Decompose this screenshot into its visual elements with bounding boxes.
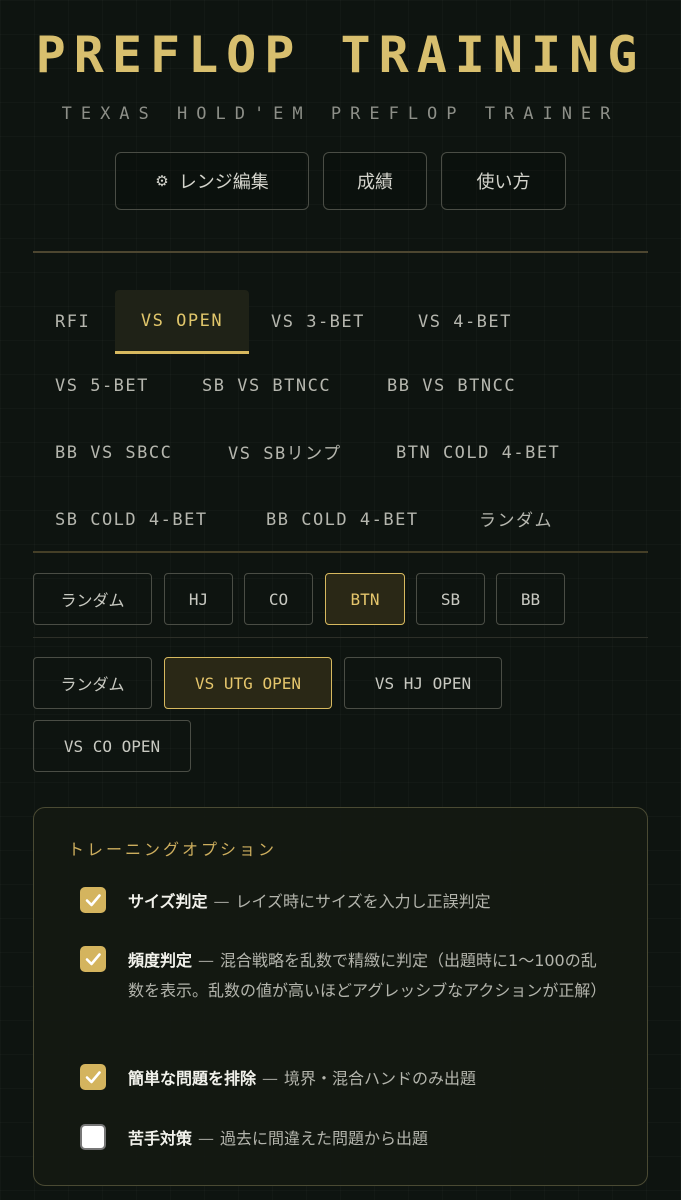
page-subtitle: TEXAS HOLD'EM PREFLOP TRAINER xyxy=(61,104,620,124)
option-label: 簡単な問題を排除 xyxy=(128,1069,257,1088)
opponent-chip-random[interactable]: ランダム xyxy=(33,657,152,709)
option-label: サイズ判定 xyxy=(128,892,208,911)
option-exclude-easy: 簡単な問題を排除 — 境界・混合ハンドのみ出題 xyxy=(80,1064,610,1094)
frequency-judgement-checkbox[interactable] xyxy=(80,946,106,972)
training-options-panel: トレーニングオプション サイズ判定 — レイズ時にサイズを入力し正誤判定 頻度判定 —… xyxy=(33,807,648,1186)
tab-vs-5bet[interactable]: VS 5-BET xyxy=(55,354,149,418)
position-chip-co[interactable]: CO xyxy=(244,573,313,625)
tab-btn-cold-4bet[interactable]: BTN COLD 4-BET xyxy=(396,421,560,485)
check-icon xyxy=(85,894,101,907)
gear-icon: ⚙ xyxy=(155,172,169,190)
option-description: 過去に間違えた問題から出題 xyxy=(220,1129,429,1148)
check-icon xyxy=(85,1071,101,1084)
weakness-practice-checkbox[interactable] xyxy=(80,1124,106,1150)
range-edit-button[interactable]: ⚙ レンジ編集 xyxy=(115,152,309,210)
option-dash: — xyxy=(198,1129,215,1148)
option-description: 境界・混合ハンドのみ出題 xyxy=(284,1069,477,1088)
tab-sb-cold-4bet[interactable]: SB COLD 4-BET xyxy=(55,488,208,552)
position-chip-sb[interactable]: SB xyxy=(416,573,485,625)
position-chip-random[interactable]: ランダム xyxy=(33,573,152,625)
opponent-chip-vs-co-open[interactable]: VS CO OPEN xyxy=(33,720,191,772)
option-label: 頻度判定 xyxy=(128,951,193,970)
tab-bb-vs-sbcc[interactable]: BB VS SBCC xyxy=(55,421,172,485)
tab-vs-3bet[interactable]: VS 3-BET xyxy=(271,290,365,354)
tabs-divider xyxy=(33,551,648,553)
position-chip-btn[interactable]: BTN xyxy=(325,573,405,625)
option-size-judgement: サイズ判定 — レイズ時にサイズを入力し正誤判定 xyxy=(80,887,610,917)
option-label: 苦手対策 xyxy=(128,1129,193,1148)
howto-label: 使い方 xyxy=(476,172,531,193)
position-chip-bb[interactable]: BB xyxy=(496,573,565,625)
positions-divider xyxy=(33,637,648,638)
check-icon xyxy=(85,953,101,966)
range-edit-label: レンジ編集 xyxy=(178,172,269,193)
exclude-easy-checkbox[interactable] xyxy=(80,1064,106,1090)
opponent-chip-vs-utg-open[interactable]: VS UTG OPEN xyxy=(164,657,332,709)
howto-button[interactable]: 使い方 xyxy=(441,152,566,210)
tab-bb-vs-btncc[interactable]: BB VS BTNCC xyxy=(387,354,516,418)
page-title: PREFLOP TRAINING xyxy=(35,26,646,84)
header-divider xyxy=(33,251,648,253)
tab-vs-open[interactable]: VS OPEN xyxy=(115,290,249,354)
tab-rfi[interactable]: RFI xyxy=(55,290,90,354)
tab-random[interactable]: ランダム xyxy=(479,486,553,550)
tab-sb-vs-btncc[interactable]: SB VS BTNCC xyxy=(202,354,331,418)
option-description: レイズ時にサイズを入力し正誤判定 xyxy=(235,892,491,911)
training-options-title: トレーニングオプション xyxy=(68,840,278,859)
tab-vs-4bet[interactable]: VS 4-BET xyxy=(418,290,512,354)
option-frequency-judgement: 頻度判定 — 混合戦略を乱数で精緻に判定（出題時に1〜100の乱数を表示。乱数の値が… xyxy=(80,946,610,1006)
position-chip-hj[interactable]: HJ xyxy=(164,573,233,625)
size-judgement-checkbox[interactable] xyxy=(80,887,106,913)
option-dash: — xyxy=(213,892,230,911)
option-dash: — xyxy=(198,951,215,970)
stats-label: 成績 xyxy=(357,172,393,193)
opponent-chip-vs-hj-open[interactable]: VS HJ OPEN xyxy=(344,657,502,709)
option-dash: — xyxy=(262,1069,279,1088)
tab-bb-cold-4bet[interactable]: BB COLD 4-BET xyxy=(266,488,419,552)
tab-vs-sb-limp[interactable]: VS SBリンプ xyxy=(228,419,342,483)
option-weakness-practice: 苦手対策 — 過去に間違えた問題から出題 xyxy=(80,1124,610,1154)
stats-button[interactable]: 成績 xyxy=(323,152,427,210)
